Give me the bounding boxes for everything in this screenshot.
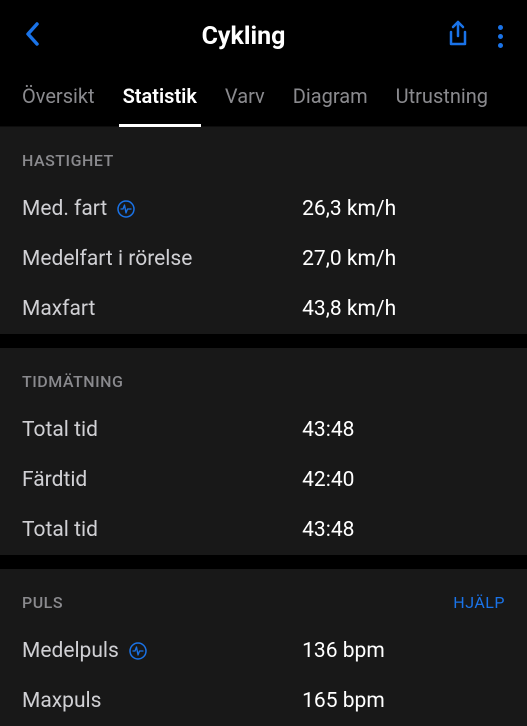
row-max-pulse: Maxpuls 165 bpm [0,676,527,726]
tab-stats[interactable]: Statistik [119,70,201,126]
tab-overview[interactable]: Översikt [18,70,99,126]
timing-section: TIDMÄTNING Total tid 43:48 Färdtid 42:40… [0,348,527,555]
row-value: 43,8 km/h [302,297,505,321]
timing-section-header: TIDMÄTNING [0,348,527,405]
pulse-icon [117,200,135,218]
row-value: 43:48 [302,418,505,442]
row-label: Total tid [22,518,302,542]
row-value: 27,0 km/h [302,247,505,271]
row-value: 165 bpm [302,689,505,713]
row-value: 43:48 [302,518,505,542]
row-value: 26,3 km/h [302,197,505,221]
header-right [423,20,503,52]
pulse-section: PULS HJÄLP Medelpuls 136 bpm Maxpuls 165… [0,569,527,726]
share-icon[interactable] [446,20,470,52]
row-label: Maxpuls [22,689,302,713]
row-label: Medelpuls [22,639,302,663]
speed-section-title: HASTIGHET [22,151,114,170]
pulse-section-title: PULS [22,593,63,612]
row-avg-pulse: Medelpuls 136 bpm [0,626,527,676]
tab-charts[interactable]: Diagram [289,70,372,126]
speed-section: HASTIGHET Med. fart 26,3 km/h Medelfart … [0,127,527,334]
page-title: Cykling [202,22,286,51]
tabs: Översikt Statistik Varv Diagram Utrustni… [0,70,527,127]
row-moving-time: Färdtid 42:40 [0,455,527,505]
row-label: Total tid [22,418,302,442]
tab-laps[interactable]: Varv [221,70,269,126]
row-value: 42:40 [302,468,505,492]
speed-section-header: HASTIGHET [0,127,527,184]
more-icon[interactable] [498,25,503,48]
header: Cykling [0,0,527,70]
pulse-section-header: PULS HJÄLP [0,569,527,626]
back-icon[interactable] [24,21,40,51]
row-label: Med. fart [22,197,302,221]
content: HASTIGHET Med. fart 26,3 km/h Medelfart … [0,127,527,726]
tab-equipment[interactable]: Utrustning [392,70,492,126]
row-value: 136 bpm [302,639,505,663]
timing-section-title: TIDMÄTNING [22,372,123,391]
help-link[interactable]: HJÄLP [453,593,505,612]
row-label: Maxfart [22,297,302,321]
row-max-speed: Maxfart 43,8 km/h [0,284,527,334]
label-text: Med. fart [22,197,107,221]
row-label: Medelfart i rörelse [22,247,302,271]
row-total-time: Total tid 43:48 [0,405,527,455]
row-avg-speed: Med. fart 26,3 km/h [0,184,527,234]
pulse-icon [129,642,147,660]
label-text: Medelpuls [22,639,119,663]
row-moving-speed: Medelfart i rörelse 27,0 km/h [0,234,527,284]
header-left [24,21,64,51]
row-label: Färdtid [22,468,302,492]
row-total-time-2: Total tid 43:48 [0,505,527,555]
